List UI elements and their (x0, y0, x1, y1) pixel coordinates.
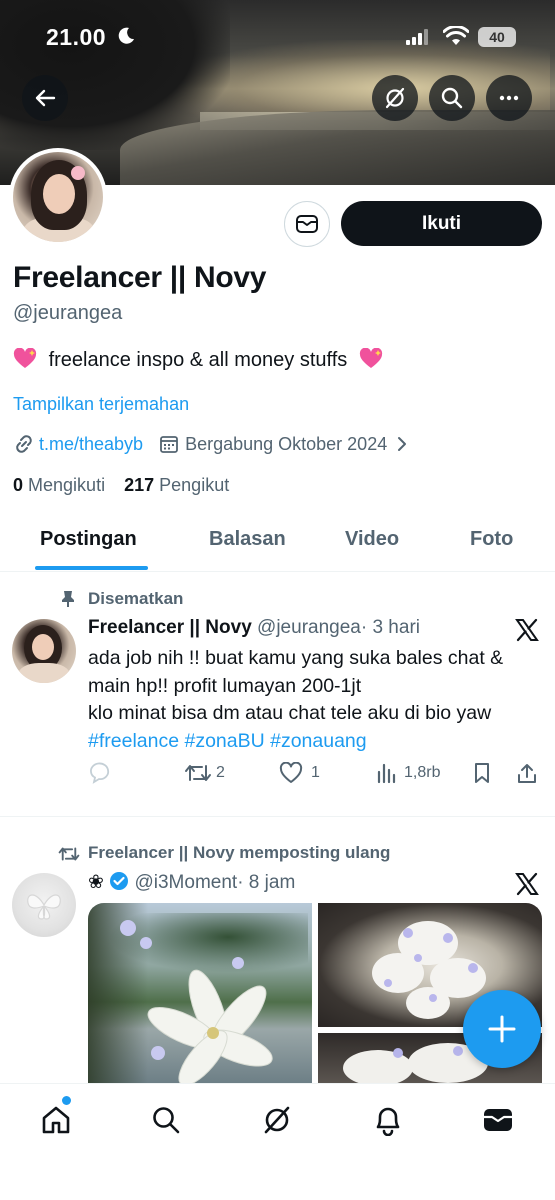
repost-author-name[interactable]: ❀ (88, 872, 104, 893)
sparkling-heart-icon (13, 348, 37, 368)
post-hashtags[interactable]: #freelance #zonaBU #zonauang (88, 728, 548, 756)
pin-icon (62, 591, 74, 607)
show-translation-link[interactable]: Tampilkan terjemahan (13, 394, 189, 415)
moon-icon (118, 27, 134, 44)
profile-meta: t.me/theabyb Bergabung Oktober 2024 (13, 433, 411, 455)
envelope-icon (484, 1109, 512, 1131)
repost-label: Freelancer || Novy memposting ulang (88, 843, 391, 862)
profile-tabs: Postingan Balasan Video Foto (0, 510, 555, 572)
grok-icon (385, 87, 405, 109)
following-link[interactable]: 0 Mengikuti (13, 475, 105, 495)
back-button[interactable] (22, 75, 68, 121)
link-icon (16, 435, 32, 453)
pinned-label: Disematkan (88, 589, 184, 608)
signal-icon (406, 29, 428, 45)
share-button[interactable] (516, 762, 538, 784)
joined-date: Bergabung Oktober 2024 (185, 433, 388, 454)
sparkling-heart-icon (359, 348, 382, 368)
post-author-name[interactable]: Freelancer || Novy (88, 617, 252, 638)
post-text: ada job nih !! buat kamu yang suka bales… (88, 645, 548, 755)
calendar-icon (160, 436, 178, 453)
verified-badge-icon (110, 872, 129, 890)
x-logo-icon[interactable] (515, 618, 539, 642)
post-author-handle: @jeurangea (257, 617, 361, 638)
tab-video[interactable]: Video (345, 528, 399, 551)
chevron-right-icon[interactable] (393, 435, 411, 453)
compose-post-button[interactable] (463, 990, 541, 1068)
arrow-left-icon (35, 89, 56, 107)
profile-name: Freelancer || Novy (13, 261, 267, 294)
tab-foto[interactable]: Foto (470, 528, 513, 551)
profile-bio: freelance inspo & all money stuffs (13, 348, 383, 372)
profile-link[interactable]: t.me/theabyb (39, 434, 143, 455)
wifi-icon (443, 26, 469, 45)
bell-icon (376, 1107, 400, 1136)
reply-icon (90, 762, 110, 784)
media-lily-lake[interactable] (88, 903, 312, 1083)
grok-button[interactable] (372, 75, 418, 121)
search-icon (153, 1107, 180, 1134)
bottom-navigation (0, 1083, 555, 1200)
views-chart-icon (377, 763, 396, 784)
repost-count: 2 (216, 764, 225, 781)
bookmark-button[interactable] (472, 762, 492, 784)
nav-search[interactable] (146, 1100, 186, 1140)
like-button[interactable]: 1 (279, 762, 320, 784)
tab-balasan[interactable]: Balasan (209, 528, 286, 551)
reply-button[interactable] (88, 762, 112, 784)
search-button[interactable] (429, 75, 475, 121)
profile-avatar[interactable] (9, 148, 107, 246)
profile-handle: @jeurangea (13, 302, 123, 324)
nav-home[interactable] (36, 1100, 76, 1140)
share-icon (518, 764, 536, 783)
status-time: 21.00 (46, 24, 107, 50)
more-options-button[interactable] (486, 75, 532, 121)
nav-messages[interactable] (478, 1100, 518, 1140)
repost-author-avatar[interactable] (12, 873, 76, 937)
heart-icon (279, 762, 303, 783)
post-divider (0, 816, 555, 817)
message-button[interactable] (284, 201, 330, 247)
active-tab-indicator (35, 566, 148, 570)
nav-notifications[interactable] (368, 1100, 408, 1140)
follow-counts: 0 Mengikuti 217 Pengikut (13, 475, 229, 496)
more-icon (499, 95, 519, 101)
notification-dot (62, 1096, 71, 1105)
followers-link[interactable]: 217 Pengikut (124, 475, 229, 495)
bookmark-icon (475, 763, 489, 783)
lily-flower-graphic (120, 920, 273, 1083)
home-icon (42, 1106, 70, 1134)
post-author-avatar[interactable] (12, 619, 76, 683)
bio-text: freelance inspo & all money stuffs (48, 349, 348, 371)
repost-button[interactable]: 2 (184, 762, 225, 784)
repost-icon (58, 847, 80, 861)
post-time: · 3 hari (360, 617, 420, 638)
views-button[interactable]: 1,8rb (376, 762, 440, 784)
plus-icon (488, 1015, 516, 1043)
x-logo-icon[interactable] (515, 872, 539, 896)
battery-indicator: 40 (478, 27, 516, 47)
butterfly-icon (27, 894, 61, 920)
follow-button[interactable]: Ikuti (341, 201, 542, 246)
repost-author-handle: @i3Moment (134, 872, 238, 893)
nav-grok[interactable] (257, 1100, 297, 1140)
search-icon (441, 87, 463, 109)
views-count: 1,8rb (404, 764, 441, 781)
tab-postingan[interactable]: Postingan (40, 528, 137, 551)
repost-icon (185, 765, 211, 781)
post-header: Freelancer || Novy @jeurangea· 3 hari (88, 617, 420, 639)
repost-time: · 8 jam (237, 872, 296, 893)
repost-header: ❀ @i3Moment· 8 jam (88, 871, 295, 894)
post-actions: 2 1 1,8rb (88, 762, 548, 790)
grok-icon (264, 1106, 290, 1134)
status-bar: 21.00 40 (0, 22, 555, 52)
envelope-icon (296, 215, 318, 233)
like-count: 1 (311, 764, 320, 781)
